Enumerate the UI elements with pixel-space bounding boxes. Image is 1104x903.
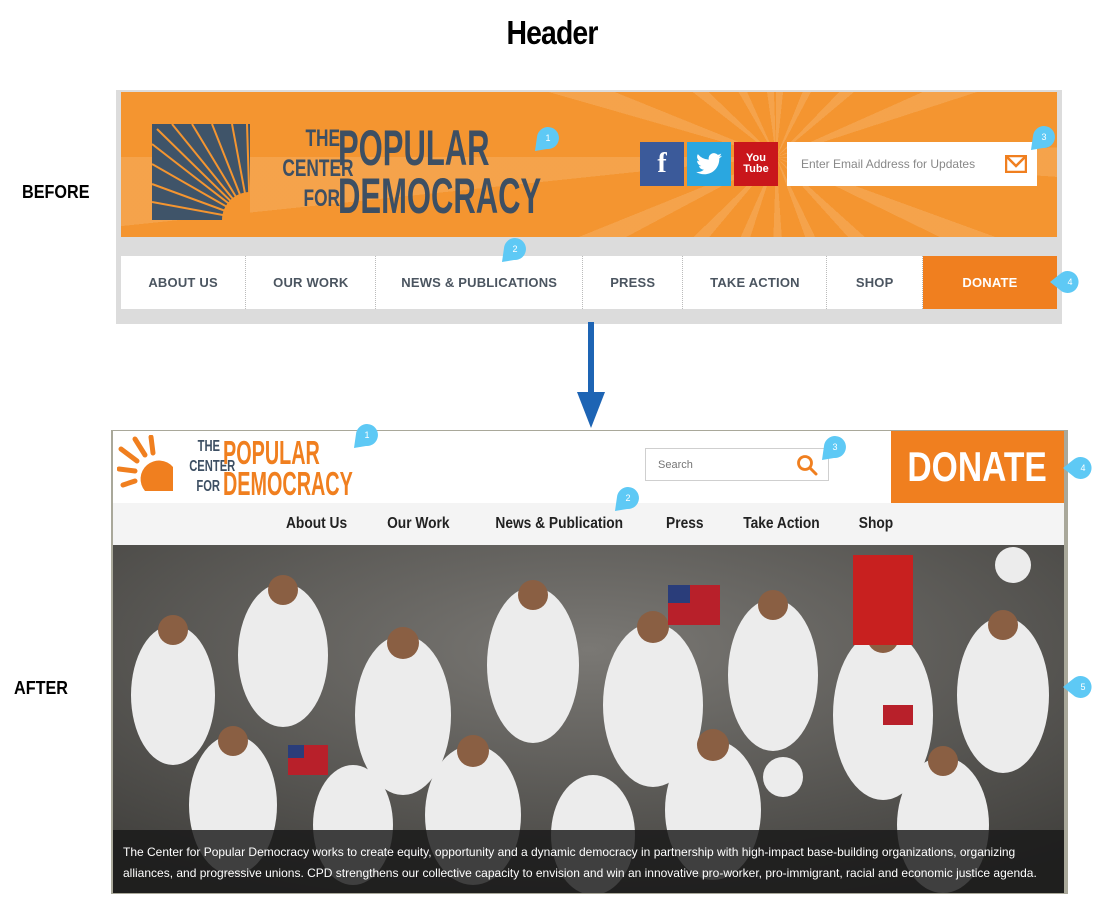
caption-line-2: alliances, and progressive unions. CPD s… xyxy=(123,866,1037,880)
new-donate-button[interactable]: DONATE xyxy=(891,431,1064,503)
logo-center: CENTER xyxy=(282,155,354,182)
search-input[interactable] xyxy=(656,457,790,472)
new-nav-shop[interactable]: Shop xyxy=(859,515,893,533)
youtube-glyph: You Tube xyxy=(743,152,769,175)
logo-popular: POPULAR xyxy=(338,120,490,176)
callout-badge-1-after: 1 xyxy=(350,420,378,448)
old-nav-press[interactable]: PRESS xyxy=(583,256,684,309)
svg-text:2: 2 xyxy=(625,493,630,503)
new-nav-press[interactable]: Press xyxy=(666,515,703,533)
callout-badge-2-before: 2 xyxy=(498,234,526,262)
old-nav-take-action[interactable]: TAKE ACTION xyxy=(683,256,828,309)
twitter-icon[interactable] xyxy=(687,142,731,186)
new-nav-take-action[interactable]: Take Action xyxy=(743,515,819,533)
new-nav-our-work[interactable]: Our Work xyxy=(387,515,449,533)
new-logo-for: FOR xyxy=(196,478,220,495)
youtube-icon[interactable]: You Tube xyxy=(734,142,778,186)
callout-badge-2-after: 2 xyxy=(611,483,639,511)
callout-badge-3-before: 3 xyxy=(1027,122,1055,150)
old-nav-news-publications[interactable]: NEWS & PUBLICATIONS xyxy=(376,256,584,309)
callout-badge-4-before: 4 xyxy=(1050,268,1079,294)
new-main-nav: About Us Our Work News & Publication Pre… xyxy=(113,503,1064,545)
svg-text:1: 1 xyxy=(545,133,550,143)
email-placeholder: Enter Email Address for Updates xyxy=(801,157,976,171)
callout-badge-3-after: 3 xyxy=(818,432,846,460)
search-field[interactable] xyxy=(645,448,829,481)
old-nav-about-us[interactable]: ABOUT US xyxy=(121,256,247,309)
sun-logo-icon xyxy=(116,434,173,491)
search-icon[interactable] xyxy=(796,454,818,476)
transition-arrow-icon xyxy=(577,322,605,430)
old-main-nav: ABOUT US OUR WORK NEWS & PUBLICATIONS PR… xyxy=(121,256,1058,309)
facebook-icon[interactable]: f xyxy=(640,142,684,186)
svg-text:4: 4 xyxy=(1067,277,1072,287)
svg-text:3: 3 xyxy=(1041,132,1046,142)
new-logo-the: THE xyxy=(197,438,220,455)
svg-text:3: 3 xyxy=(832,442,837,452)
new-donate-label: DONATE xyxy=(907,443,1048,490)
svg-text:5: 5 xyxy=(1080,682,1085,692)
callout-badge-5-after: 5 xyxy=(1063,673,1092,699)
sunburst-icon xyxy=(152,124,250,220)
envelope-icon[interactable] xyxy=(1005,155,1027,173)
logo-democracy: DEMOCRACY xyxy=(338,168,542,224)
svg-text:2: 2 xyxy=(512,244,517,254)
after-label: AFTER xyxy=(14,678,68,698)
logo-for: FOR xyxy=(303,185,340,212)
new-logo-democracy: DEMOCRACY xyxy=(223,465,353,502)
svg-text:4: 4 xyxy=(1080,463,1085,473)
callout-badge-4-after: 4 xyxy=(1063,454,1092,480)
before-label: BEFORE xyxy=(22,182,90,202)
callout-badge-1-before: 1 xyxy=(531,123,559,151)
svg-text:1: 1 xyxy=(364,430,369,440)
hero-caption: The Center for Popular Democracy works t… xyxy=(113,830,1064,893)
new-logo-center: CENTER xyxy=(189,458,236,475)
new-logo-mark[interactable] xyxy=(116,434,177,498)
page-heading: Header xyxy=(506,14,598,51)
new-nav-news-publication[interactable]: News & Publication xyxy=(495,515,623,533)
old-donate-button[interactable]: DONATE xyxy=(922,256,1058,309)
old-nav-our-work[interactable]: OUR WORK xyxy=(246,256,377,309)
old-logo-mark[interactable] xyxy=(152,124,250,220)
old-nav-shop[interactable]: SHOP xyxy=(827,256,923,309)
logo-the: THE xyxy=(305,125,340,152)
new-nav-about-us[interactable]: About Us xyxy=(286,515,347,533)
email-signup-field[interactable]: Enter Email Address for Updates xyxy=(787,142,1037,186)
caption-line-1: The Center for Popular Democracy works t… xyxy=(123,845,1016,859)
